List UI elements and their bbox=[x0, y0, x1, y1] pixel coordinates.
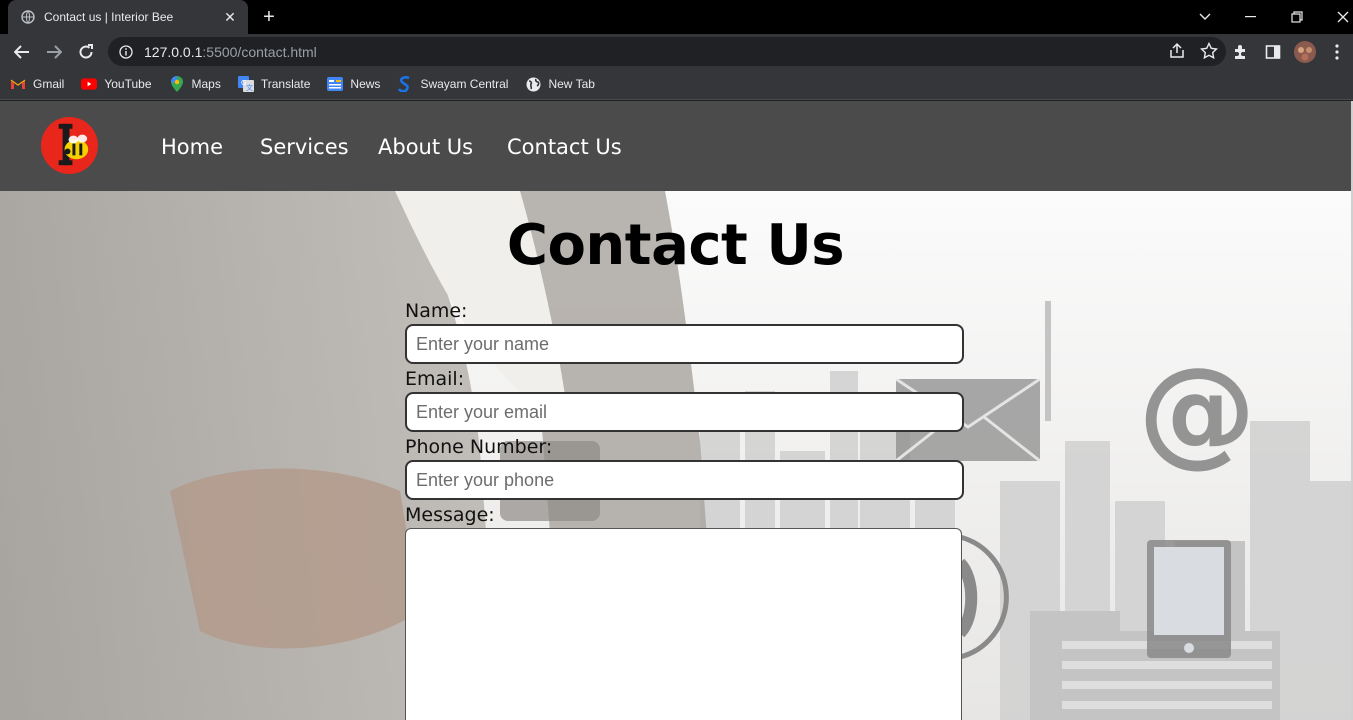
message-textarea[interactable] bbox=[405, 528, 962, 720]
bookmark-star-icon[interactable] bbox=[1199, 41, 1219, 65]
globe-icon bbox=[525, 76, 541, 92]
restore-icon[interactable] bbox=[1274, 0, 1320, 34]
forward-arrow-icon[interactable] bbox=[40, 38, 68, 66]
tab-title: Contact us | Interior Bee bbox=[44, 10, 174, 24]
bookmark-gmail[interactable]: Gmail bbox=[10, 76, 64, 92]
youtube-icon bbox=[81, 76, 98, 92]
bookmark-news[interactable]: News bbox=[327, 76, 380, 92]
page-viewport: @ Home Services About Us Contact Us Cont… bbox=[0, 101, 1351, 720]
profile-avatar[interactable] bbox=[1289, 38, 1321, 66]
url-path: :5500/contact.html bbox=[202, 43, 317, 60]
svg-text:文: 文 bbox=[246, 83, 253, 92]
site-info-icon[interactable] bbox=[118, 44, 134, 60]
menu-kebab-icon[interactable] bbox=[1321, 38, 1353, 66]
news-icon bbox=[327, 76, 344, 92]
site-navbar: Home Services About Us Contact Us bbox=[0, 101, 1351, 191]
share-icon[interactable] bbox=[1168, 42, 1186, 65]
phone-label: Phone Number: bbox=[405, 436, 553, 458]
bookmark-swayam[interactable]: Swayam Central bbox=[397, 76, 508, 92]
url-host: 127.0.0.1 bbox=[144, 43, 203, 60]
bookmark-youtube[interactable]: YouTube bbox=[81, 76, 152, 92]
minimize-icon[interactable] bbox=[1228, 0, 1274, 34]
side-panel-icon[interactable] bbox=[1257, 38, 1289, 66]
gmail-icon bbox=[10, 76, 26, 92]
globe-icon bbox=[20, 9, 36, 25]
name-input[interactable] bbox=[405, 324, 964, 364]
browser-tab[interactable]: Contact us | Interior Bee ✕ bbox=[8, 0, 248, 34]
maps-icon bbox=[169, 76, 185, 92]
name-label: Name: bbox=[405, 300, 468, 322]
interior-bee-logo[interactable] bbox=[40, 116, 99, 175]
phone-input[interactable] bbox=[405, 460, 964, 500]
extensions-puzzle-icon[interactable] bbox=[1225, 38, 1257, 66]
bookmark-translate[interactable]: G文 Translate bbox=[237, 76, 310, 92]
email-input[interactable] bbox=[405, 392, 964, 432]
bookmark-new-tab[interactable]: New Tab bbox=[525, 76, 595, 92]
swayam-icon bbox=[397, 76, 413, 92]
nav-about-us[interactable]: About Us bbox=[378, 135, 473, 159]
at-sign-icon: @ bbox=[1138, 341, 1256, 479]
email-label: Email: bbox=[405, 368, 465, 390]
back-arrow-icon[interactable] bbox=[8, 38, 36, 66]
nav-contact-us[interactable]: Contact Us bbox=[507, 135, 622, 159]
message-label: Message: bbox=[405, 504, 495, 526]
close-window-icon[interactable] bbox=[1320, 0, 1353, 34]
nav-home[interactable]: Home bbox=[161, 135, 223, 159]
tablet-icon bbox=[1147, 540, 1231, 658]
translate-icon: G文 bbox=[237, 76, 254, 92]
browser-toolbar: 127.0.0.1:5500/contact.html bbox=[0, 34, 1353, 69]
tab-search-icon[interactable] bbox=[1182, 0, 1228, 34]
page-title: Contact Us bbox=[506, 213, 845, 278]
new-tab-button[interactable]: + bbox=[258, 6, 280, 28]
bookmark-maps[interactable]: Maps bbox=[169, 76, 221, 92]
nav-services[interactable]: Services bbox=[260, 135, 349, 159]
address-bar[interactable]: 127.0.0.1:5500/contact.html bbox=[108, 37, 1226, 66]
reload-icon[interactable] bbox=[72, 38, 100, 66]
close-tab-icon[interactable]: ✕ bbox=[222, 9, 238, 26]
tab-strip: Contact us | Interior Bee ✕ + bbox=[0, 0, 1353, 34]
bookmarks-bar: Gmail YouTube Maps G文 Translate News Swa… bbox=[0, 69, 1353, 100]
